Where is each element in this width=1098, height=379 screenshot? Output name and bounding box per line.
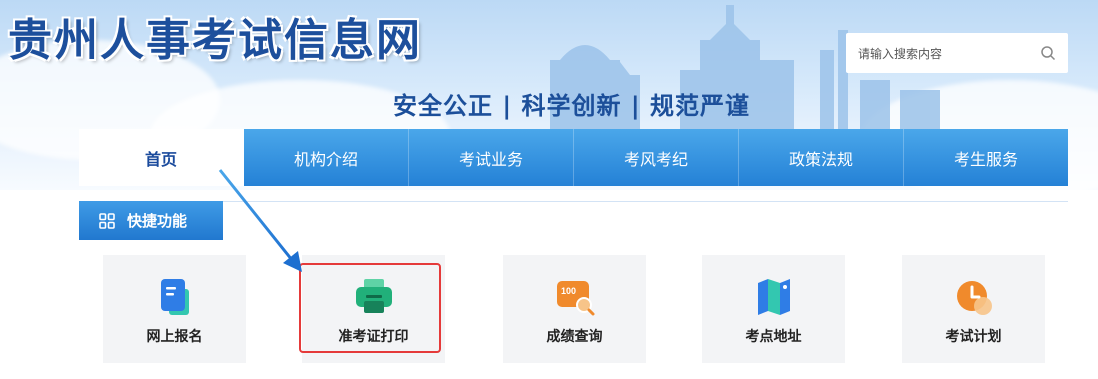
search-box[interactable]: 请输入搜索内容 — [846, 33, 1068, 73]
quick-item-score-inquiry[interactable]: 100 成绩查询 — [503, 255, 646, 363]
score-icon: 100 — [556, 281, 594, 316]
quick-functions-title: 快捷功能 — [127, 212, 188, 230]
nav-item-candidate-services[interactable]: 考生服务 — [904, 129, 1068, 186]
pointer-arrow — [218, 169, 302, 272]
quick-item-label: 考点地址 — [745, 329, 802, 345]
map-icon — [757, 279, 790, 315]
nav-item-policies[interactable]: 政策法规 — [739, 129, 904, 186]
search-icon[interactable] — [1040, 45, 1056, 61]
nav-item-exam-discipline[interactable]: 考风考纪 — [574, 129, 739, 186]
svg-text:100: 100 — [561, 286, 576, 296]
form-icon — [160, 279, 189, 315]
quick-item-label: 网上报名 — [146, 329, 203, 345]
site-slogan: 安全公正 | 科学创新 | 规范严谨 — [393, 92, 750, 120]
nav-item-exam-business[interactable]: 考试业务 — [409, 129, 574, 186]
quick-item-exam-site-address[interactable]: 考点地址 — [702, 255, 845, 363]
quick-item-label: 成绩查询 — [546, 329, 603, 345]
quick-functions-header: 快捷功能 — [79, 201, 223, 240]
clock-icon — [956, 281, 992, 315]
quick-item-label: 考试计划 — [945, 329, 1002, 345]
site-title[interactable]: 贵州人事考试信息网 — [8, 4, 422, 68]
quick-item-exam-plan[interactable]: 考试计划 — [902, 255, 1045, 363]
grid-icon — [99, 212, 115, 229]
search-input[interactable]: 请输入搜索内容 — [858, 45, 1040, 62]
highlight-box — [299, 263, 441, 353]
